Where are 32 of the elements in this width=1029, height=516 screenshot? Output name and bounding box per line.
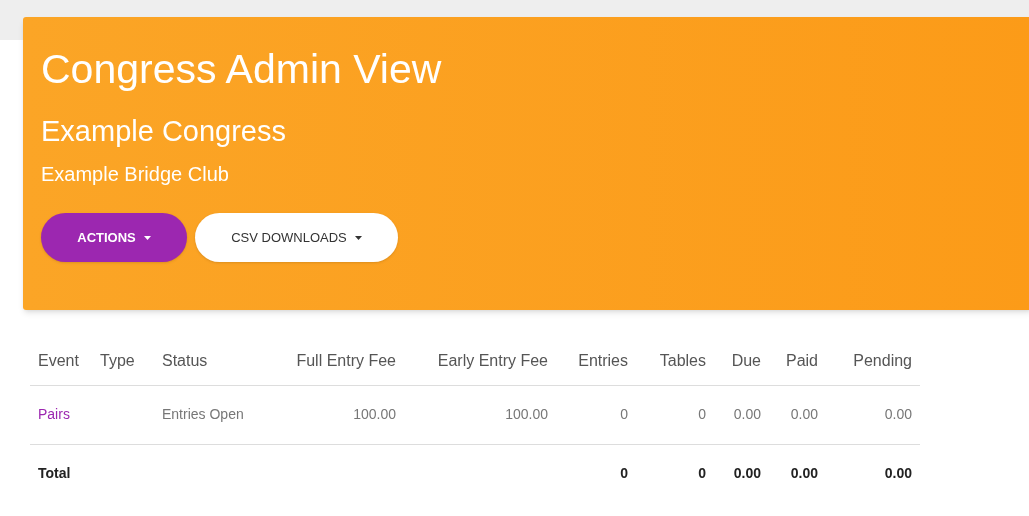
congress-name: Example Congress <box>41 114 287 149</box>
caret-icon <box>354 235 362 240</box>
column-header: Entries <box>556 338 636 385</box>
column-header: Type <box>92 338 154 385</box>
table-cell: 0 <box>698 465 706 482</box>
table-cell: 0.00 <box>733 465 761 482</box>
page-title: Congress Admin View <box>41 45 443 94</box>
caret-icon <box>143 235 151 240</box>
table-cell: Total <box>38 465 71 482</box>
event-link[interactable]: Pairs <box>38 406 70 422</box>
actions-button[interactable]: ACTIONS <box>41 213 187 262</box>
table-cell: 0.00 <box>790 465 818 482</box>
column-header: Due <box>714 338 769 385</box>
table-cell: 0.00 <box>733 406 761 422</box>
table-cell: 100.00 <box>505 406 548 422</box>
column-header: Early Entry Fee <box>404 338 556 385</box>
table-cell: 0.00 <box>790 406 818 422</box>
downloads-button[interactable]: CSV DOWNLOADS <box>195 213 398 262</box>
table-cell: 0 <box>698 406 706 422</box>
table-cell: 100.00 <box>353 406 396 422</box>
column-header: Status <box>154 338 264 385</box>
table-cell: 0.00 <box>884 406 912 422</box>
table-cell: 0 <box>620 465 628 482</box>
table-cell: 0 <box>620 406 628 422</box>
column-header: Tables <box>636 338 714 385</box>
club-name: Example Bridge Club <box>41 162 230 187</box>
table-cell: 0.00 <box>884 465 912 482</box>
column-header: Full Entry Fee <box>264 338 404 385</box>
column-header: Event <box>30 338 92 385</box>
table-cell: Entries Open <box>162 406 244 422</box>
column-header: Paid <box>769 338 826 385</box>
column-header: Pending <box>826 338 920 385</box>
